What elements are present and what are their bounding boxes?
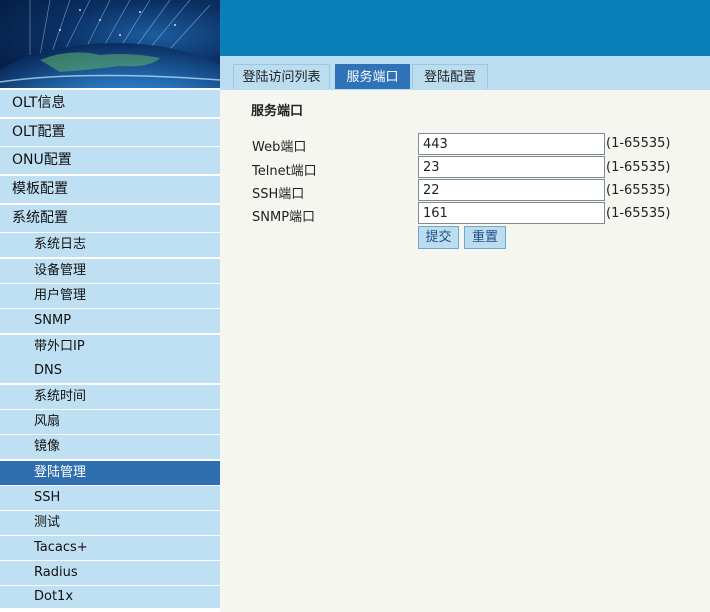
web-port-input[interactable] — [418, 133, 605, 155]
sidebar-item-template-config[interactable]: 模板配置 — [0, 176, 220, 205]
sidebar-item-onu-config[interactable]: ONU配置 — [0, 147, 220, 176]
sidebar-item-olt-info[interactable]: OLT信息 — [0, 90, 220, 119]
snmp-port-label: SNMP端口 — [252, 210, 316, 225]
sidebar-item-system-time[interactable]: 系统时间 — [0, 385, 220, 411]
sidebar-item-system-config[interactable]: 系统配置 — [0, 205, 220, 234]
sidebar-item-system-log[interactable]: 系统日志 — [0, 233, 220, 259]
ssh-port-range: (1-65535) — [606, 183, 671, 198]
sidebar-item-mirror[interactable]: 镜像 — [0, 435, 220, 461]
sidebar-item-fan[interactable]: 风扇 — [0, 410, 220, 436]
sidebar-item-dot1x[interactable]: Dot1x — [0, 586, 220, 610]
ssh-port-input[interactable] — [418, 179, 605, 201]
reset-button[interactable]: 重置 — [464, 226, 506, 249]
sidebar-item-user-management[interactable]: 用户管理 — [0, 284, 220, 310]
tab-login-access-list[interactable]: 登陆访问列表 — [233, 64, 330, 89]
sidebar-item-test[interactable]: 测试 — [0, 511, 220, 537]
section-title: 服务端口 — [251, 104, 304, 119]
sidebar-item-ssh[interactable]: SSH — [0, 486, 220, 512]
tab-bar: 登陆访问列表 服务端口 登陆配置 — [220, 56, 710, 90]
ssh-port-label: SSH端口 — [252, 187, 305, 202]
content-panel: 服务端口 Web端口 (1-65535) Telnet端口 (1-65535) … — [220, 90, 710, 612]
sidebar-item-oob-ip[interactable]: 带外口IP — [0, 335, 220, 361]
sidebar-item-device-management[interactable]: 设备管理 — [0, 259, 220, 285]
sidebar-item-radius[interactable]: Radius — [0, 561, 220, 587]
snmp-port-range: (1-65535) — [606, 206, 671, 221]
tab-service-ports[interactable]: 服务端口 — [335, 64, 410, 89]
tab-login-config[interactable]: 登陆配置 — [412, 64, 488, 89]
sidebar: OLT信息 OLT配置 ONU配置 模板配置 系统配置 系统日志 设备管理 用户… — [0, 88, 220, 612]
globe-network-logo — [0, 0, 220, 88]
telnet-port-label: Telnet端口 — [252, 164, 317, 179]
telnet-port-range: (1-65535) — [606, 160, 671, 175]
sidebar-item-login-management[interactable]: 登陆管理 — [0, 461, 220, 487]
sidebar-item-dns[interactable]: DNS — [0, 359, 220, 385]
header-banner — [220, 0, 710, 56]
snmp-port-input[interactable] — [418, 202, 605, 224]
web-port-range: (1-65535) — [606, 136, 671, 151]
web-port-label: Web端口 — [252, 140, 307, 155]
sidebar-item-snmp[interactable]: SNMP — [0, 309, 220, 335]
sidebar-item-olt-config[interactable]: OLT配置 — [0, 119, 220, 148]
telnet-port-input[interactable] — [418, 156, 605, 178]
sidebar-item-tacacs[interactable]: Tacacs+ — [0, 536, 220, 562]
submit-button[interactable]: 提交 — [418, 226, 459, 249]
